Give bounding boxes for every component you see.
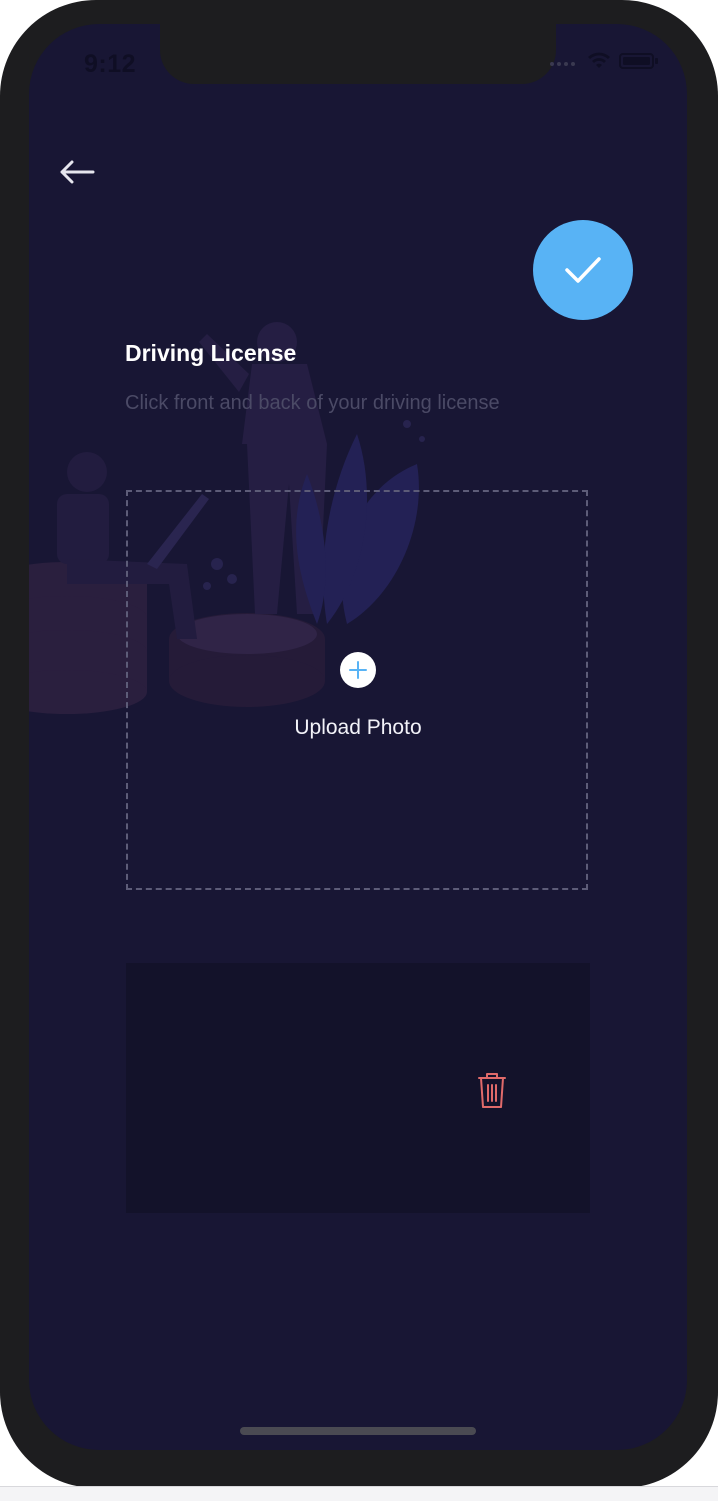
- status-time: 9:12: [84, 50, 137, 78]
- checkmark-icon: [565, 257, 601, 283]
- upload-button[interactable]: [340, 652, 376, 688]
- status-icons: [549, 52, 659, 70]
- window-bottom-edge: [0, 1486, 718, 1501]
- arrow-left-icon: [60, 160, 95, 184]
- plus-icon: [349, 661, 367, 679]
- signal-icon: [550, 62, 575, 66]
- page-subtitle: Click front and back of your driving lic…: [125, 392, 500, 414]
- device-notch: [160, 24, 556, 84]
- app-screen: 9:12 Driving License Click front and bac…: [29, 24, 687, 1450]
- delete-photo-button[interactable]: [473, 1068, 511, 1112]
- battery-icon: [619, 53, 658, 69]
- photo-slot: [126, 963, 590, 1213]
- phone-frame: 9:12 Driving License Click front and bac…: [0, 0, 718, 1488]
- trash-icon: [478, 1073, 506, 1108]
- upload-photo-area[interactable]: [126, 490, 588, 890]
- upload-photo-label: Upload Photo: [294, 716, 422, 739]
- confirm-button[interactable]: [533, 220, 633, 320]
- home-indicator[interactable]: [240, 1427, 476, 1435]
- wifi-icon: [588, 52, 610, 68]
- page-title: Driving License: [125, 340, 297, 366]
- back-button[interactable]: [55, 154, 99, 190]
